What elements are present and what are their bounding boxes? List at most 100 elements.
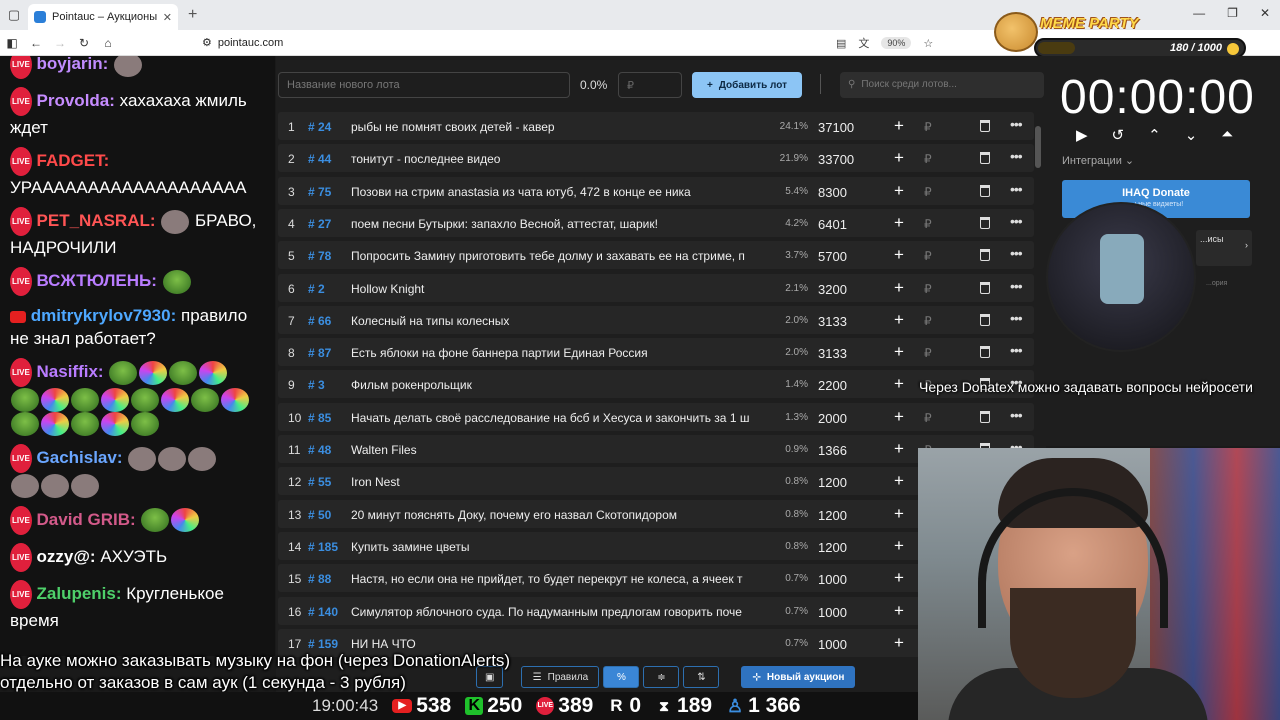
more-options-icon[interactable]: ••• — [1010, 278, 1023, 294]
lot-name[interactable]: Купить замине цветы — [351, 540, 769, 554]
new-auction-button[interactable]: ⊹ Новый аукцион — [741, 666, 856, 688]
add-to-lot-icon[interactable]: + — [894, 374, 904, 394]
trash-icon[interactable] — [980, 410, 990, 423]
trash-icon[interactable] — [980, 281, 990, 294]
lot-row[interactable]: 1 # 24 рыбы не помнят своих детей - кавер 2… — [278, 112, 1034, 140]
add-to-lot-icon[interactable]: + — [894, 213, 904, 233]
sort-icon[interactable]: ⇅ — [683, 666, 720, 688]
more-options-icon[interactable]: ••• — [1010, 245, 1023, 261]
lot-row[interactable]: 10 # 85 Начать делать своё расследование н… — [278, 402, 1034, 431]
lot-name[interactable]: НИ НА ЧТО — [351, 637, 769, 651]
address-bar[interactable]: ⚙ pointauc.com — [202, 36, 283, 50]
services-card[interactable]: ...исы › — [1196, 230, 1252, 266]
new-lot-name-input[interactable]: Название нового лота — [278, 72, 570, 98]
play-icon[interactable]: ▶ — [1076, 126, 1088, 144]
more-options-icon[interactable]: ••• — [1010, 407, 1023, 423]
home-icon[interactable]: ⌂ — [96, 36, 120, 50]
lot-list-scrollbar[interactable] — [1035, 126, 1041, 168]
browser-tab[interactable]: Pointauc – Аукционы, лотереи ✕ — [28, 4, 178, 30]
back-icon[interactable]: ← — [24, 36, 48, 50]
reset-icon[interactable]: ↺ — [1112, 126, 1125, 144]
lot-row[interactable]: 5 # 78 Попросить Замину приготовить тебе д… — [278, 241, 1034, 270]
lot-name[interactable]: Позови на стрим anastasia из чата ютуб, … — [351, 185, 769, 199]
add-to-lot-icon[interactable]: + — [894, 536, 904, 556]
double-up-icon[interactable]: ⏶ — [1221, 126, 1233, 144]
tab-list-icon[interactable]: ▢ — [0, 0, 28, 30]
add-to-lot-icon[interactable]: + — [894, 504, 904, 524]
lot-name[interactable]: Фильм рокенрольщик — [351, 378, 769, 392]
decrease-icon[interactable]: ⌄ — [1185, 126, 1198, 144]
lot-amount[interactable]: 2000 — [818, 411, 847, 426]
zoom-level[interactable]: 90% — [881, 37, 912, 49]
lot-amount[interactable]: 3133 — [818, 314, 847, 329]
lot-row[interactable]: 8 # 87 Есть яблоки на фоне баннера партии … — [278, 338, 1034, 367]
more-options-icon[interactable]: ••• — [1010, 148, 1023, 164]
lot-amount[interactable]: 2200 — [818, 378, 847, 393]
lot-row[interactable]: 4 # 27 поем песни Бутырки: запахло Весной,… — [278, 208, 1034, 237]
close-window-icon[interactable]: ✕ — [1260, 6, 1270, 20]
lot-amount[interactable]: 33700 — [818, 152, 854, 167]
more-options-icon[interactable]: ••• — [1010, 116, 1023, 132]
reader-view-icon[interactable]: ▤ — [836, 37, 846, 50]
lot-amount[interactable]: 3133 — [818, 346, 847, 361]
trash-icon[interactable] — [980, 313, 990, 326]
add-to-lot-icon[interactable]: + — [894, 116, 904, 136]
trash-icon[interactable] — [980, 184, 990, 197]
lot-name[interactable]: поем песни Бутырки: запахло Весной, атте… — [351, 217, 769, 231]
more-options-icon[interactable]: ••• — [1010, 181, 1023, 197]
add-lot-button[interactable]: + Добавить лот — [692, 72, 802, 98]
history-link[interactable]: ...ория — [1206, 280, 1227, 287]
trash-icon[interactable] — [980, 249, 990, 262]
trash-icon[interactable] — [980, 120, 990, 132]
lot-amount[interactable]: 37100 — [818, 120, 854, 135]
trash-icon[interactable] — [980, 216, 990, 229]
rules-button[interactable]: ☰ Правила — [521, 666, 600, 688]
add-to-lot-icon[interactable]: + — [894, 601, 904, 621]
lot-name[interactable]: Walten Files — [351, 443, 769, 457]
more-options-icon[interactable]: ••• — [1010, 342, 1023, 358]
sidebar-toggle-icon[interactable]: ◧ — [0, 36, 24, 50]
new-tab-icon[interactable]: + — [188, 6, 197, 24]
bookmark-star-icon[interactable]: ☆ — [923, 37, 933, 50]
lot-amount[interactable]: 1200 — [818, 475, 847, 490]
percent-toggle-icon[interactable]: % — [603, 666, 640, 688]
trash-icon[interactable] — [980, 346, 990, 359]
increase-icon[interactable]: ⌃ — [1148, 126, 1161, 144]
more-options-icon[interactable]: ••• — [1010, 310, 1023, 326]
lot-name[interactable]: Начать делать своё расследование на бсб … — [351, 411, 769, 425]
lot-name[interactable]: Колесный на типы колесных — [351, 314, 769, 328]
add-to-lot-icon[interactable]: + — [894, 148, 904, 168]
lot-amount[interactable]: 1000 — [818, 637, 847, 652]
lot-name[interactable]: Настя, но если она не прийдет, то будет … — [351, 572, 769, 586]
forward-icon[interactable]: → — [48, 36, 72, 50]
lot-row[interactable]: 3 # 75 Позови на стрим anastasia из чата ю… — [278, 176, 1034, 205]
add-to-lot-icon[interactable]: + — [894, 471, 904, 491]
more-options-icon[interactable]: ••• — [1010, 213, 1023, 229]
lot-amount[interactable]: 6401 — [818, 217, 847, 232]
lot-amount[interactable]: 8300 — [818, 185, 847, 200]
add-to-lot-icon[interactable]: + — [894, 439, 904, 459]
lot-row[interactable]: 7 # 66 Колесный на типы колесных 2.0% 3133 + ₽… — [278, 305, 1034, 334]
lot-amount[interactable]: 1000 — [818, 572, 847, 587]
lot-name[interactable]: тонитут - последнее видео — [351, 152, 769, 166]
lot-name[interactable]: Попросить Замину приготовить тебе долму … — [351, 249, 769, 263]
lot-row[interactable]: 2 # 44 тонитут - последнее видео 21.9% 33700… — [278, 144, 1034, 173]
lot-amount[interactable]: 3200 — [818, 282, 847, 297]
lot-amount[interactable]: 1200 — [818, 508, 847, 523]
lot-name[interactable]: Hollow Knight — [351, 282, 769, 296]
translate-icon[interactable]: 文 — [858, 35, 869, 51]
lot-name[interactable]: Симулятор яблочного суда. По надуманным … — [351, 605, 769, 619]
lot-row[interactable]: 6 # 2 Hollow Knight 2.1% 3200 + ₽ ••• — [278, 273, 1034, 302]
lot-amount[interactable]: 5700 — [818, 249, 847, 264]
trash-icon[interactable] — [980, 152, 990, 165]
lot-name[interactable]: рыбы не помнят своих детей - кавер — [351, 120, 769, 134]
reload-icon[interactable]: ↻ — [72, 36, 96, 50]
integrations-toggle[interactable]: Интеграции ⌄ — [1062, 154, 1134, 167]
site-info-icon[interactable]: ⚙ — [202, 36, 212, 49]
lot-name[interactable]: 20 минут пояснять Доку, почему его назва… — [351, 508, 769, 522]
add-to-lot-icon[interactable]: + — [894, 245, 904, 265]
new-lot-amount-input[interactable]: ₽ — [618, 72, 682, 98]
add-to-lot-icon[interactable]: + — [894, 181, 904, 201]
lot-amount[interactable]: 1200 — [818, 540, 847, 555]
add-to-lot-icon[interactable]: + — [894, 568, 904, 588]
